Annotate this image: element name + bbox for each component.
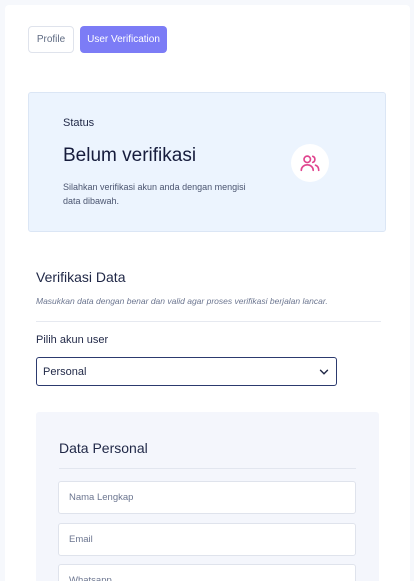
status-label: Status (63, 117, 95, 129)
email-field[interactable]: Email (58, 523, 356, 556)
tab-profile[interactable]: Profile (28, 26, 74, 53)
status-panel: Status Belum verifikasi Silahkan verifik… (28, 92, 386, 232)
divider (36, 321, 381, 322)
verification-subtitle: Masukkan data dengan benar dan valid aga… (36, 296, 328, 306)
verification-card: Profile User Verification Status Belum v… (5, 5, 410, 581)
personal-data-panel: Data Personal Nama Lengkap Email Whatsap… (36, 412, 379, 581)
account-type-value: Personal (43, 365, 87, 378)
status-description: Silahkan verifikasi akun anda dengan men… (63, 182, 246, 206)
whatsapp-field[interactable]: Whatsapp (58, 564, 356, 581)
full-name-field[interactable]: Nama Lengkap (58, 481, 356, 514)
status-title: Belum verifikasi (63, 145, 197, 166)
account-type-label: Pilih akun user (36, 334, 109, 346)
account-type-select[interactable]: Personal (36, 357, 337, 386)
tab-user-verification[interactable]: User Verification (80, 26, 167, 53)
verification-title: Verifikasi Data (36, 269, 126, 285)
users-icon (291, 144, 329, 182)
divider (59, 468, 356, 469)
personal-data-title: Data Personal (59, 440, 148, 456)
chevron-down-icon (319, 367, 329, 380)
